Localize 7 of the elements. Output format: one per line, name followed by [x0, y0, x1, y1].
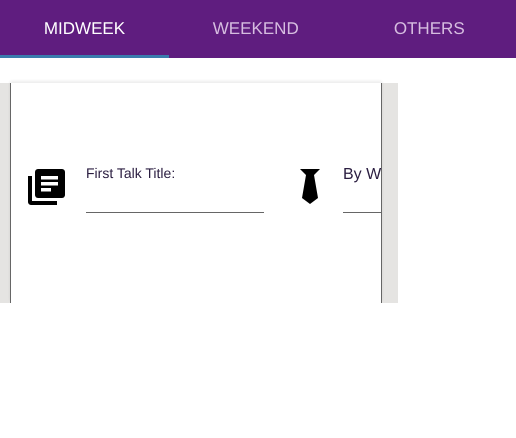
tab[interactable]: WEEKEND [169, 0, 342, 58]
library-books-icon [28, 169, 65, 205]
tab[interactable]: OTHERS [342, 0, 516, 58]
tie-icon [300, 169, 320, 204]
text-field[interactable]: First Talk Title: [86, 163, 264, 213]
tab[interactable]: MIDWEEK [0, 0, 169, 58]
text-field[interactable]: By W [343, 163, 381, 213]
